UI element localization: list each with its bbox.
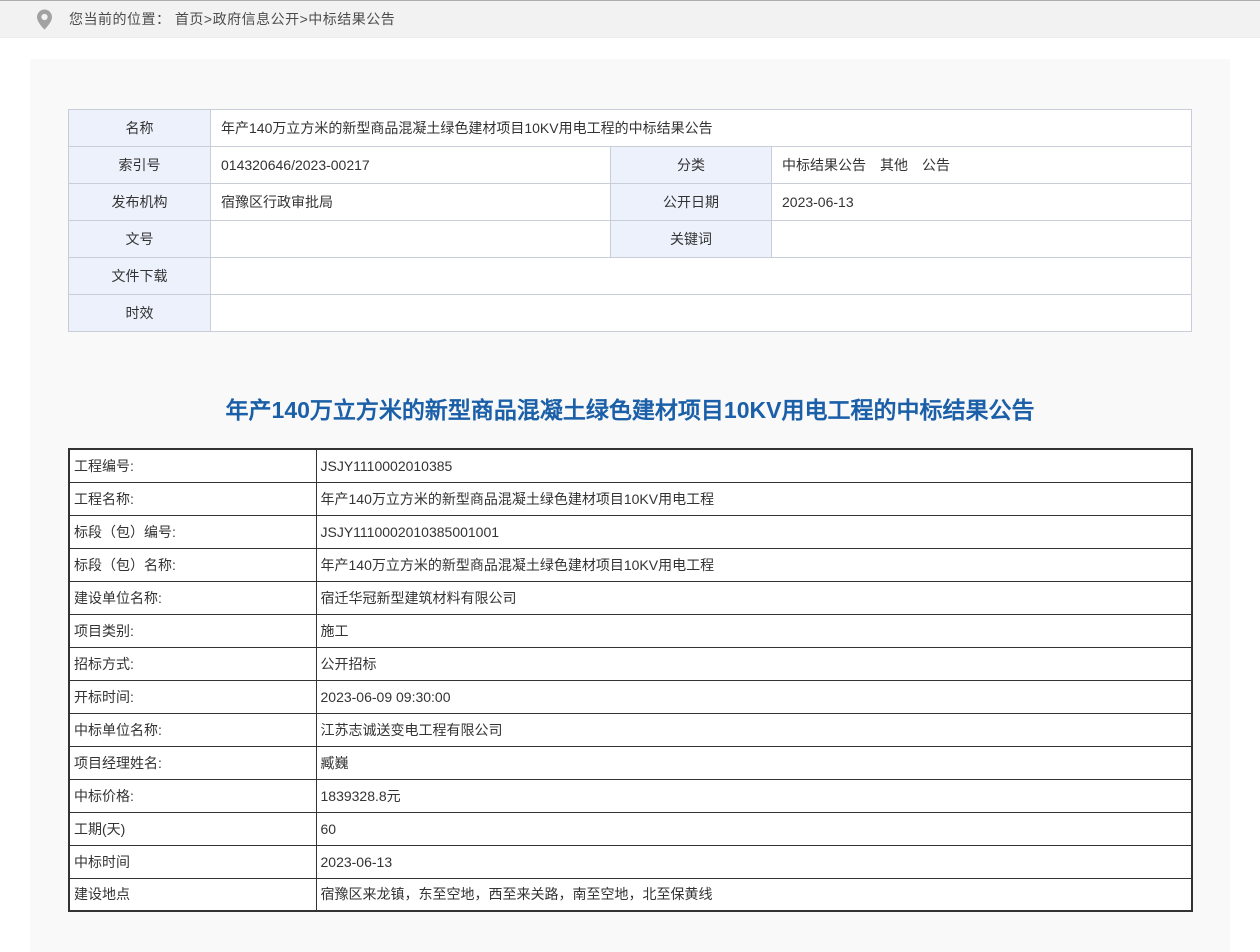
- table-row: 项目类别: 施工: [69, 614, 1192, 647]
- detail-label-tender-method: 招标方式:: [69, 647, 316, 680]
- table-row: 标段（包）名称: 年产140万立方米的新型商品混凝土绿色建材项目10KV用电工程: [69, 548, 1192, 581]
- meta-value-agency: 宿豫区行政审批局: [211, 184, 611, 221]
- detail-value-construction-site: 宿豫区来龙镇，东至空地，西至来关路，南至空地，北至保黄线: [316, 878, 1192, 911]
- detail-label-project-type: 项目类别:: [69, 614, 316, 647]
- breadcrumb-link-gov-info[interactable]: 政府信息公开: [213, 11, 300, 27]
- detail-value-project-name: 年产140万立方米的新型商品混凝土绿色建材项目10KV用电工程: [316, 482, 1192, 515]
- meta-row-agency-date: 发布机构 宿豫区行政审批局 公开日期 2023-06-13: [69, 184, 1192, 221]
- meta-value-validity: [211, 295, 1192, 332]
- page-title: 年产140万立方米的新型商品混凝土绿色建材项目10KV用电工程的中标结果公告: [68, 395, 1192, 425]
- meta-label-agency: 发布机构: [69, 184, 211, 221]
- breadcrumb-separator: >: [204, 11, 213, 27]
- meta-label-keywords: 关键词: [611, 221, 772, 258]
- table-row: 开标时间: 2023-06-09 09:30:00: [69, 680, 1192, 713]
- breadcrumb-link-bid-result[interactable]: 中标结果公告: [308, 11, 395, 27]
- breadcrumb-separator: >: [300, 11, 309, 27]
- detail-label-project-name: 工程名称:: [69, 482, 316, 515]
- meta-row-validity: 时效: [69, 295, 1192, 332]
- detail-value-section-no: JSJY1110002010385001001: [316, 515, 1192, 548]
- table-row: 中标单位名称: 江苏志诚送变电工程有限公司: [69, 713, 1192, 746]
- detail-value-owner-name: 宿迁华冠新型建筑材料有限公司: [316, 581, 1192, 614]
- breadcrumb-prefix: 您当前的位置：: [69, 11, 171, 27]
- meta-row-index-category: 索引号 014320646/2023-00217 分类 中标结果公告 其他 公告: [69, 147, 1192, 184]
- meta-row-name: 名称 年产140万立方米的新型商品混凝土绿色建材项目10KV用电工程的中标结果公…: [69, 110, 1192, 147]
- detail-label-construction-site: 建设地点: [69, 878, 316, 911]
- detail-value-manager-name: 臧巍: [316, 746, 1192, 779]
- table-row: 标段（包）编号: JSJY1110002010385001001: [69, 515, 1192, 548]
- detail-value-project-no: JSJY1110002010385: [316, 449, 1192, 482]
- table-row: 工期(天) 60: [69, 812, 1192, 845]
- meta-label-publish-date: 公开日期: [611, 184, 772, 221]
- table-row: 中标时间 2023-06-13: [69, 845, 1192, 878]
- location-pin-icon: [37, 9, 52, 30]
- table-row: 工程编号: JSJY1110002010385: [69, 449, 1192, 482]
- table-row: 建设地点 宿豫区来龙镇，东至空地，西至来关路，南至空地，北至保黄线: [69, 878, 1192, 911]
- meta-value-publish-date: 2023-06-13: [772, 184, 1192, 221]
- detail-value-opening-time: 2023-06-09 09:30:00: [316, 680, 1192, 713]
- detail-label-section-name: 标段（包）名称:: [69, 548, 316, 581]
- meta-label-index-no: 索引号: [69, 147, 211, 184]
- detail-value-section-name: 年产140万立方米的新型商品混凝土绿色建材项目10KV用电工程: [316, 548, 1192, 581]
- breadcrumb-link-home[interactable]: 首页: [175, 11, 204, 27]
- detail-value-duration-days: 60: [316, 812, 1192, 845]
- table-row: 工程名称: 年产140万立方米的新型商品混凝土绿色建材项目10KV用电工程: [69, 482, 1192, 515]
- meta-value-file-download: [211, 258, 1192, 295]
- detail-value-project-type: 施工: [316, 614, 1192, 647]
- meta-value-keywords: [772, 221, 1192, 258]
- meta-value-doc-no: [211, 221, 611, 258]
- content-panel: 名称 年产140万立方米的新型商品混凝土绿色建材项目10KV用电工程的中标结果公…: [30, 59, 1230, 952]
- detail-value-winner-name: 江苏志诚送变电工程有限公司: [316, 713, 1192, 746]
- detail-label-award-time: 中标时间: [69, 845, 316, 878]
- meta-label-validity: 时效: [69, 295, 211, 332]
- detail-label-duration-days: 工期(天): [69, 812, 316, 845]
- detail-value-winning-price: 1839328.8元: [316, 779, 1192, 812]
- meta-value-name: 年产140万立方米的新型商品混凝土绿色建材项目10KV用电工程的中标结果公告: [211, 110, 1192, 147]
- meta-label-file-download: 文件下载: [69, 258, 211, 295]
- detail-value-award-time: 2023-06-13: [316, 845, 1192, 878]
- detail-label-opening-time: 开标时间:: [69, 680, 316, 713]
- detail-label-owner-name: 建设单位名称:: [69, 581, 316, 614]
- detail-label-manager-name: 项目经理姓名:: [69, 746, 316, 779]
- document-meta-table: 名称 年产140万立方米的新型商品混凝土绿色建材项目10KV用电工程的中标结果公…: [68, 109, 1192, 332]
- breadcrumb-bar: 您当前的位置： 首页>政府信息公开>中标结果公告: [0, 0, 1260, 38]
- meta-label-doc-no: 文号: [69, 221, 211, 258]
- meta-row-docno-keywords: 文号 关键词: [69, 221, 1192, 258]
- detail-label-winner-name: 中标单位名称:: [69, 713, 316, 746]
- breadcrumb: 您当前的位置： 首页>政府信息公开>中标结果公告: [69, 9, 395, 29]
- detail-label-section-no: 标段（包）编号:: [69, 515, 316, 548]
- table-row: 项目经理姓名: 臧巍: [69, 746, 1192, 779]
- bid-detail-table: 工程编号: JSJY1110002010385 工程名称: 年产140万立方米的…: [68, 448, 1193, 912]
- table-row: 中标价格: 1839328.8元: [69, 779, 1192, 812]
- meta-value-index-no: 014320646/2023-00217: [211, 147, 611, 184]
- detail-label-project-no: 工程编号:: [69, 449, 316, 482]
- meta-row-file-download: 文件下载: [69, 258, 1192, 295]
- meta-label-category: 分类: [611, 147, 772, 184]
- table-row: 招标方式: 公开招标: [69, 647, 1192, 680]
- meta-label-name: 名称: [69, 110, 211, 147]
- detail-value-tender-method: 公开招标: [316, 647, 1192, 680]
- detail-label-winning-price: 中标价格:: [69, 779, 316, 812]
- meta-value-category: 中标结果公告 其他 公告: [772, 147, 1192, 184]
- table-row: 建设单位名称: 宿迁华冠新型建筑材料有限公司: [69, 581, 1192, 614]
